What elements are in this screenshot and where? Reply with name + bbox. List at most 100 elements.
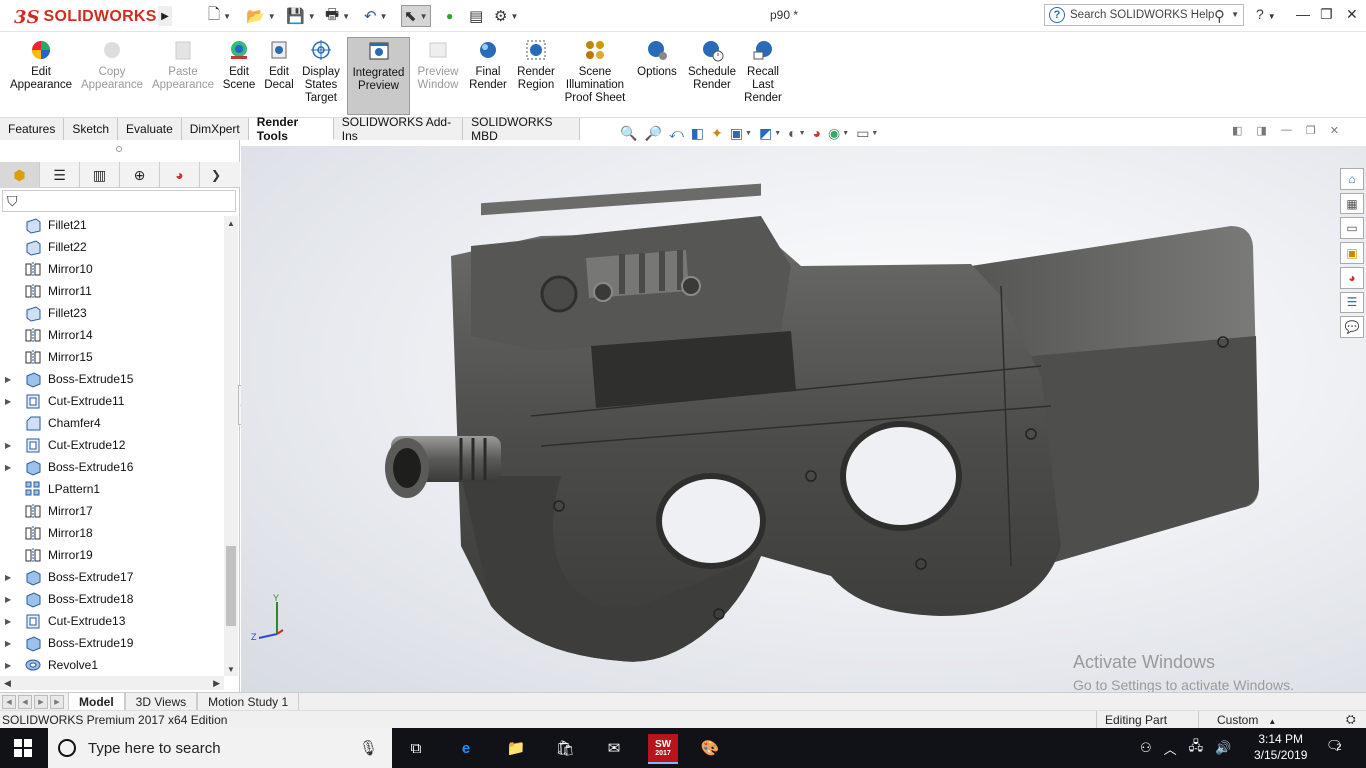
zoom-to-area-icon[interactable]: 🔎 [644, 125, 661, 142]
expand-arrow-icon[interactable]: ▶ [5, 617, 11, 626]
taskbar-clock[interactable]: 3:14 PM 3/15/2019 [1254, 731, 1307, 763]
chevron-right-icon[interactable]: ❯ [200, 162, 232, 188]
scroll-down-icon[interactable]: ▼ [224, 662, 238, 676]
file-explorer-icon[interactable]: 📁 [504, 736, 528, 760]
task-view-icon[interactable]: ⧉ [404, 736, 428, 760]
paint-icon[interactable]: 🎨 [698, 736, 722, 760]
tree-item[interactable]: Mirror15 [0, 346, 224, 368]
edit-appearance-hud-icon[interactable]: ◕ [813, 125, 821, 141]
chevron-down-icon[interactable]: ▼ [1231, 10, 1239, 19]
paste-appearance-button[interactable]: Paste Appearance [152, 38, 214, 92]
tree-horizontal-scrollbar[interactable]: ◀ ▶ [0, 676, 224, 690]
graphics-area[interactable]: Y Z [241, 146, 1366, 692]
design-library-tab[interactable]: ▦ [1340, 192, 1364, 215]
dimxpert-manager-tab[interactable]: ⊕ [120, 162, 160, 188]
hide-show-items-icon[interactable]: ◐ ▼ [788, 125, 805, 141]
store-icon[interactable]: 🛍 [553, 736, 577, 760]
tree-item[interactable]: Fillet22 [0, 236, 224, 258]
tab-evaluate[interactable]: Evaluate [118, 118, 182, 140]
minimize-button[interactable]: — [1296, 6, 1310, 22]
view-settings-icon[interactable]: ▭ ▼ [856, 125, 878, 142]
viewport-next-icon[interactable]: ◨ [1256, 124, 1266, 137]
scroll-left-icon[interactable]: ◀ [4, 678, 11, 689]
scroll-right-icon[interactable]: ▶ [213, 678, 220, 689]
expand-arrow-icon[interactable]: ▶ [5, 595, 11, 604]
open-button[interactable]: 📂 ▼ [246, 5, 276, 27]
windows-start-icon[interactable] [14, 739, 32, 757]
viewport-previous-icon[interactable]: ◧ [1232, 124, 1242, 137]
expand-arrow-icon[interactable]: ▶ [5, 463, 11, 472]
tree-item[interactable]: Mirror17 [0, 500, 224, 522]
undo-button[interactable]: ↶ ▼ [364, 5, 388, 27]
feature-manager-tab[interactable]: ⬢ [0, 162, 40, 188]
tab-features[interactable]: Features [0, 118, 65, 140]
edit-scene-button[interactable]: Edit Scene [220, 38, 258, 92]
mail-icon[interactable]: ✉ [602, 736, 626, 760]
viewport-close-button[interactable]: ✕ [1330, 124, 1339, 137]
unit-system-selector[interactable]: Custom ▲ [1198, 711, 1328, 729]
microphone-icon[interactable]: 🎙 [359, 739, 378, 757]
integrated-preview-button[interactable]: Integrated Preview [347, 37, 410, 115]
tab-solidworks-add-ins[interactable]: SOLIDWORKS Add-Ins [333, 115, 464, 143]
tree-item[interactable]: ▶ Boss-Extrude15 [0, 368, 224, 390]
display-states-target-button[interactable]: Display States Target [299, 38, 343, 105]
restore-button[interactable]: ❐ [1320, 6, 1333, 23]
network-icon[interactable]: 🖧 [1189, 737, 1204, 759]
dynamic-annotation-icon[interactable]: ✦ [711, 125, 723, 142]
action-center-icon[interactable]: 🗨2 [1326, 738, 1346, 758]
property-manager-tab[interactable]: ☰ [40, 162, 80, 188]
tree-item[interactable]: ▶ Revolve1 [0, 654, 224, 676]
copy-appearance-button[interactable]: Copy Appearance [81, 38, 143, 92]
schedule-render-button[interactable]: Schedule Render [686, 38, 738, 92]
last-tab-icon[interactable]: ▶ [50, 694, 64, 709]
taskbar-search-box[interactable]: Type here to search 🎙 [48, 728, 392, 768]
solidworks-taskbar-icon[interactable]: SW 2017 [648, 734, 678, 764]
render-options-button[interactable]: Options [634, 38, 680, 79]
select-button[interactable]: ⬉ ▼ [401, 5, 431, 27]
panel-grip-handle[interactable] [116, 146, 122, 152]
volume-icon[interactable]: 🔊 [1215, 740, 1231, 756]
scroll-thumb[interactable] [226, 546, 236, 626]
print-button[interactable]: 🖶 ▼ [325, 5, 350, 27]
tab-model[interactable]: Model [68, 693, 125, 710]
tab-solidworks-mbd[interactable]: SOLIDWORKS MBD [463, 115, 580, 143]
tree-item[interactable]: Fillet23 [0, 302, 224, 324]
custom-properties-tab[interactable]: ☰ [1340, 291, 1364, 314]
zoom-to-fit-icon[interactable]: 🔍 [620, 125, 637, 142]
chevron-up-icon[interactable]: ︿ [1164, 739, 1177, 758]
edit-appearance-button[interactable]: Edit Appearance [10, 38, 72, 92]
prev-tab-icon[interactable]: ◀ [18, 694, 32, 709]
scene-illumination-proof-sheet-button[interactable]: Scene Illumination Proof Sheet [562, 38, 628, 105]
tab-3d-views[interactable]: 3D Views [124, 693, 198, 710]
tree-item[interactable]: ▶ Boss-Extrude16 [0, 456, 224, 478]
scroll-up-icon[interactable]: ▲ [224, 216, 238, 230]
recall-last-render-button[interactable]: Recall Last Render [742, 38, 784, 105]
tree-item[interactable]: ▶ Boss-Extrude19 [0, 632, 224, 654]
save-button[interactable]: 💾 ▼ [286, 5, 316, 27]
tree-item[interactable]: ▶ Cut-Extrude11 [0, 390, 224, 412]
display-manager-tab[interactable]: ◕ [160, 162, 200, 188]
tree-item[interactable]: Mirror10 [0, 258, 224, 280]
expand-arrow-icon[interactable]: ▶ [5, 661, 11, 670]
p90-model-render[interactable] [241, 146, 1366, 692]
apply-scene-icon[interactable]: ◉ ▼ [828, 125, 849, 142]
tab-sketch[interactable]: Sketch [64, 118, 119, 140]
options-gear-button[interactable]: ⚙ ▼ [494, 5, 518, 27]
solidworks-logo[interactable]: 3S SOLIDWORKS [14, 6, 157, 28]
render-region-button[interactable]: Render Region [514, 38, 558, 92]
first-tab-icon[interactable]: ◀ [2, 694, 16, 709]
tree-item[interactable]: Mirror11 [0, 280, 224, 302]
viewport-restore-button[interactable]: ❐ [1306, 124, 1316, 137]
display-style-icon[interactable]: ◩ ▼ [759, 125, 781, 142]
customize-status-icon[interactable]: ⛭ [1346, 712, 1356, 727]
new-document-button[interactable]: 🗋 ▼ [208, 5, 231, 27]
rebuild-button[interactable]: ● [446, 5, 453, 27]
preview-window-button[interactable]: Preview Window [414, 38, 462, 92]
expand-arrow-icon[interactable]: ▶ [5, 375, 11, 384]
expand-arrow-icon[interactable]: ▶ [5, 441, 11, 450]
edge-browser-icon[interactable]: e [454, 736, 478, 760]
tree-vertical-scrollbar[interactable]: ▲ ▼ [224, 216, 238, 676]
tree-item[interactable]: ▶ Boss-Extrude18 [0, 588, 224, 610]
tree-filter-input[interactable]: ⛉ [2, 190, 236, 212]
tree-item[interactable]: ▶ Cut-Extrude12 [0, 434, 224, 456]
